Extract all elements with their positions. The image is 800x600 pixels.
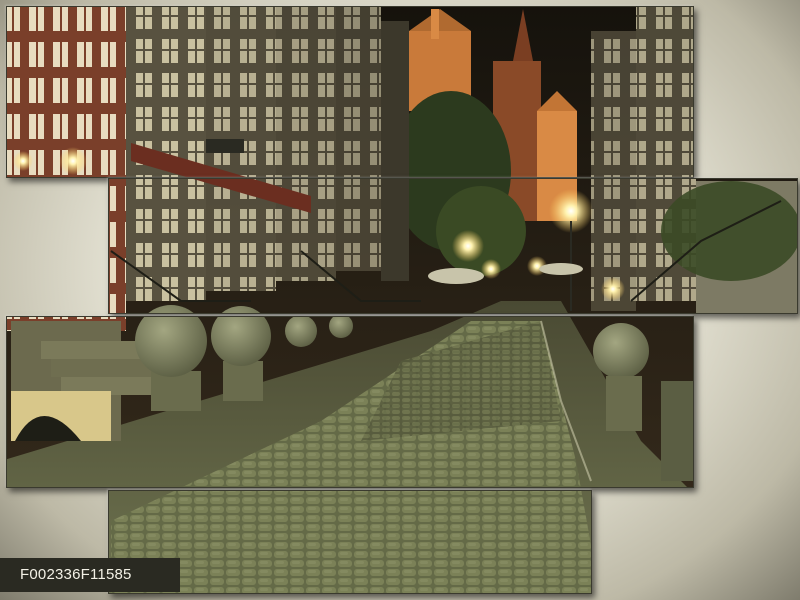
canvas-panel-lower-middle: [6, 316, 694, 488]
panel-upper-middle-scene: [109, 179, 797, 313]
canvas-panel-top: [6, 6, 694, 178]
canvas-panel-upper-middle: [108, 178, 798, 314]
canvas-print-preview: F002336F11585: [0, 0, 800, 600]
product-code-label: F002336F11585: [0, 558, 180, 592]
panel-bottom-scene: [109, 491, 591, 593]
panel-lower-middle-scene: [7, 317, 693, 487]
panel-top-scene: [7, 7, 693, 177]
canvas-panel-bottom: [108, 490, 592, 594]
